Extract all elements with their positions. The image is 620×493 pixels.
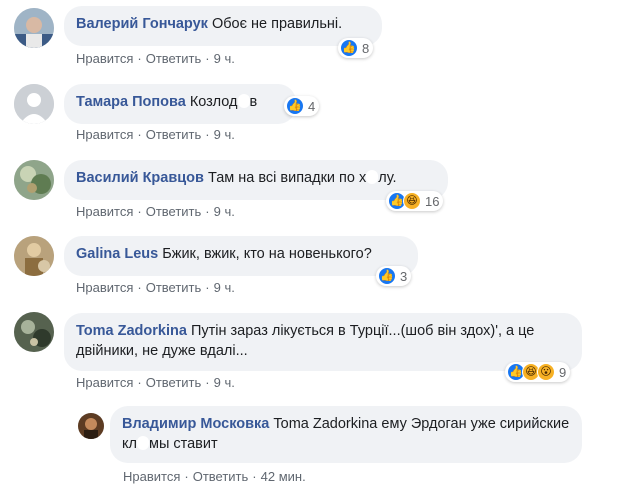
haha-icon: 😆 [403,192,421,210]
like-link[interactable]: Нравится [76,127,133,142]
reply-link[interactable]: Ответить [146,127,202,142]
wow-icon: 😮 [537,363,555,381]
separator: · [205,204,210,219]
reply-link[interactable]: Ответить [146,204,202,219]
reaction-count: 9 [559,364,567,380]
comment-actions: Нравится · Ответить · 9 ч. [76,280,235,295]
like-link[interactable]: Нравится [76,204,133,219]
reactions-badge[interactable]: 👍 8 [338,38,374,58]
comment-actions: Нравится · Ответить · 9 ч. [76,127,235,142]
like-icon: 👍 [340,39,358,57]
separator: · [137,51,142,66]
reaction-count: 16 [425,193,440,209]
separator: · [184,469,189,484]
comment-author[interactable]: Toma Zadorkina [76,323,187,339]
reactions-badge[interactable]: 👍 4 [284,96,320,116]
comment-actions: Нравится · Ответить · 9 ч. [76,204,235,219]
like-icon: 👍 [286,97,304,115]
comment-text: Козлод в [189,94,258,110]
separator: · [205,51,210,66]
reply-author[interactable]: Владимир Московка [122,416,269,432]
comment-text: Там на всі випадки по х лу. [207,170,397,186]
reactions-badge[interactable]: 👍 😆 16 [386,191,444,211]
like-link[interactable]: Нравится [76,375,133,390]
reply-link[interactable]: Ответить [146,51,202,66]
reaction-count: 4 [308,98,316,114]
reply-link[interactable]: Ответить [146,375,202,390]
timestamp[interactable]: 9 ч. [214,204,235,219]
like-icon: 👍 [378,267,396,285]
comment-bubble: Тамара Попова Козлод в [64,84,296,124]
reply-link[interactable]: Ответить [146,280,202,295]
censor-mask [237,94,250,108]
comment-bubble: Galina Leus Бжик, вжик, кто на новеньког… [64,236,418,276]
separator: · [205,375,210,390]
reactions-badge[interactable]: 👍 3 [376,266,412,286]
timestamp[interactable]: 9 ч. [214,280,235,295]
comment-text: Обоє не правильні. [211,16,343,32]
avatar[interactable] [14,236,54,276]
comment-author[interactable]: Валерий Гончарук [76,16,208,32]
reaction-count: 3 [400,268,408,284]
like-link[interactable]: Нравится [123,469,180,484]
timestamp[interactable]: 9 ч. [214,51,235,66]
comment-author[interactable]: Тамара Попова [76,94,186,110]
censor-mask [136,436,149,450]
timestamp[interactable]: 9 ч. [214,375,235,390]
comment-bubble: Валерий Гончарук Обоє не правильні. [64,6,382,46]
separator: · [252,469,257,484]
separator: · [137,127,142,142]
separator: · [205,127,210,142]
avatar[interactable] [14,84,54,124]
separator: · [137,280,142,295]
reply-bubble: Владимир Московка Toma Zadorkina ему Эрд… [110,406,582,463]
reply-actions: Нравится · Ответить · 42 мин. [123,469,306,484]
separator: · [205,280,210,295]
comment-actions: Нравится · Ответить · 9 ч. [76,51,235,66]
timestamp[interactable]: 9 ч. [214,127,235,142]
avatar[interactable] [78,413,104,439]
comment-author[interactable]: Василий Кравцов [76,170,204,186]
reply-link[interactable]: Ответить [193,469,249,484]
censor-mask [366,170,379,184]
like-link[interactable]: Нравится [76,280,133,295]
comment-author[interactable]: Galina Leus [76,246,158,262]
separator: · [137,204,142,219]
avatar[interactable] [14,312,54,352]
separator: · [137,375,142,390]
reaction-count: 8 [362,40,370,56]
comment-bubble: Toma Zadorkina Путін зараз лікується в Т… [64,313,582,371]
avatar[interactable] [14,160,54,200]
like-link[interactable]: Нравится [76,51,133,66]
reactions-badge[interactable]: 👍 😆 😮 9 [505,362,571,382]
avatar[interactable] [14,8,54,48]
comment-actions: Нравится · Ответить · 9 ч. [76,375,235,390]
comment-text: Бжик, вжик, кто на новенького? [162,246,372,262]
timestamp[interactable]: 42 мин. [261,469,306,484]
